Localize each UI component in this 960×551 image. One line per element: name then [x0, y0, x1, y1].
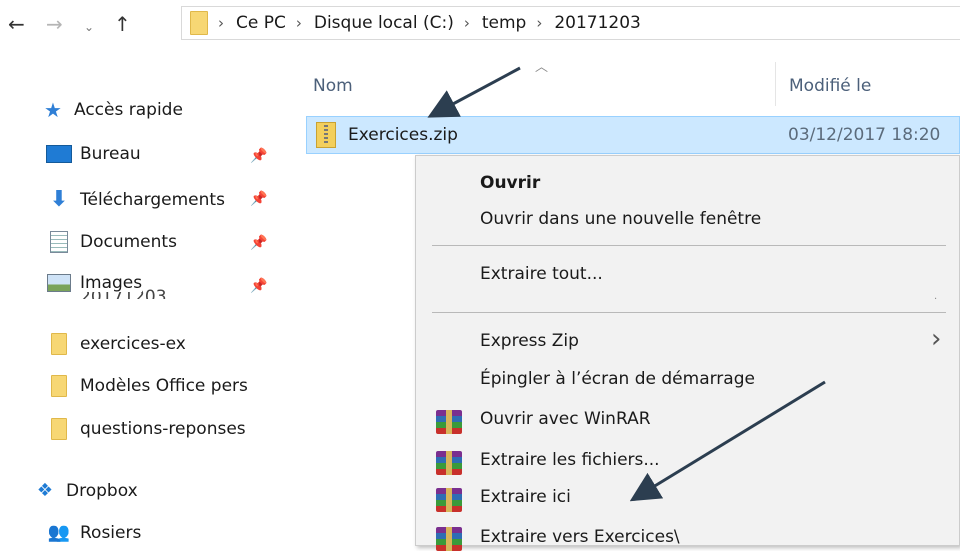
annotation-arrow-zip: [427, 66, 521, 118]
annotation-arrow-extract: [629, 380, 826, 502]
annotation-arrows: [427, 66, 826, 502]
